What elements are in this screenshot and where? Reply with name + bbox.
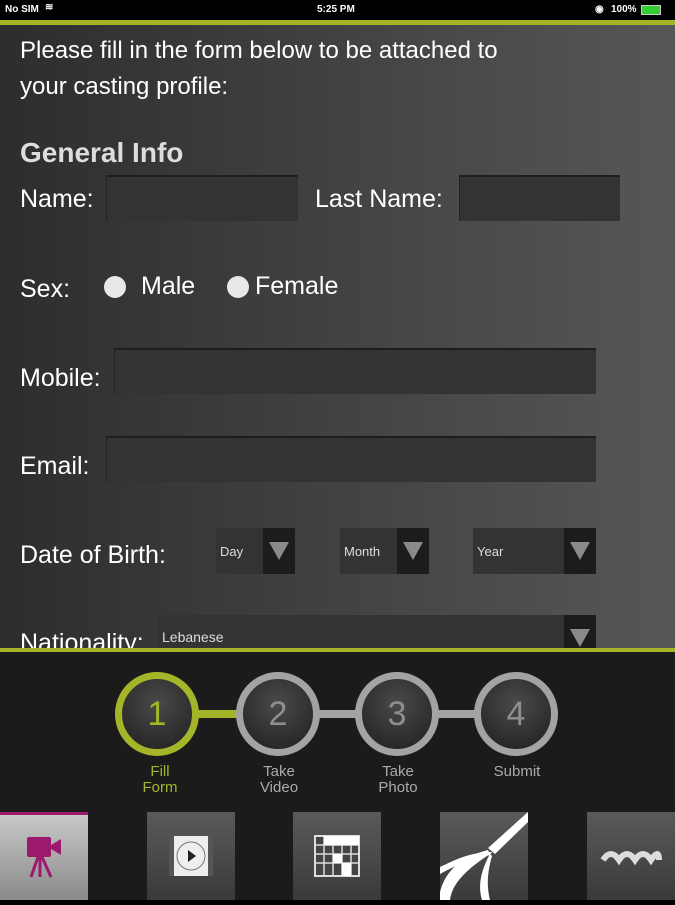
chevron-down-icon [564,615,596,650]
step-4-label: Submit [493,763,541,780]
intro-text: Please fill in the form below to be atta… [20,37,498,100]
last-name-label: Last Name: [315,185,443,213]
name-label: Name: [20,185,94,213]
last-name-input[interactable] [459,175,620,221]
battery-percent: 100% [611,4,637,15]
tab-bar [0,812,675,900]
more-icon [600,851,662,866]
email-input[interactable] [106,436,596,482]
grid-icon [314,835,360,877]
step-1[interactable]: 1 [115,672,199,756]
tab-photo[interactable] [293,812,381,900]
tab-fill-form[interactable] [0,812,88,900]
mobile-label: Mobile: [20,364,101,392]
step-3[interactable]: 3 [355,672,439,756]
step-1-label: Fill Form [142,763,178,796]
film-play-icon [169,836,213,876]
month-value: Month [344,544,381,559]
email-label: Email: [20,452,90,480]
sex-label: Sex: [20,275,71,303]
video-camera-icon [27,837,61,878]
lock-rotation-icon: ◉ [595,4,604,15]
day-select[interactable]: Day [216,528,295,574]
year-select[interactable]: Year [473,528,596,574]
battery-icon [641,5,661,15]
chevron-down-icon [397,528,429,574]
status-bar: No SIM ≋ 5:25 PM ◉ 100% [0,0,675,20]
dob-label: Date of Birth: [20,541,166,569]
section-title: General Info [20,137,184,168]
step-4[interactable]: 4 [474,672,558,756]
chevron-down-icon [564,528,596,574]
step-2-label: Take Video [259,763,299,796]
female-label: Female [255,272,339,300]
month-select[interactable]: Month [340,528,429,574]
mobile-input[interactable] [114,348,596,394]
name-input[interactable] [106,175,298,221]
wifi-icon: ≋ [45,2,54,13]
tab-submit[interactable] [440,812,528,900]
clock: 5:25 PM [317,4,355,15]
female-radio[interactable] [227,276,249,298]
progress-stepper: 1 2 3 4 Fill Form Take Video Take Photo … [0,652,675,812]
day-value: Day [220,544,244,559]
carrier: No SIM [5,4,39,15]
chevron-down-icon [263,528,295,574]
step-2[interactable]: 2 [236,672,320,756]
nationality-label: Nationality: [20,629,144,650]
nationality-value: Lebanese [162,629,224,645]
tab-more[interactable] [587,812,675,900]
male-radio[interactable] [104,276,126,298]
step-3-label: Take Photo [378,763,418,796]
nationality-select[interactable]: Lebanese [158,615,596,650]
form-scroll-area[interactable]: Please fill in the form below to be atta… [0,25,675,650]
tab-video[interactable] [147,812,235,900]
male-label: Male [141,272,196,300]
year-value: Year [477,544,504,559]
pen-stripes-icon [440,812,528,900]
